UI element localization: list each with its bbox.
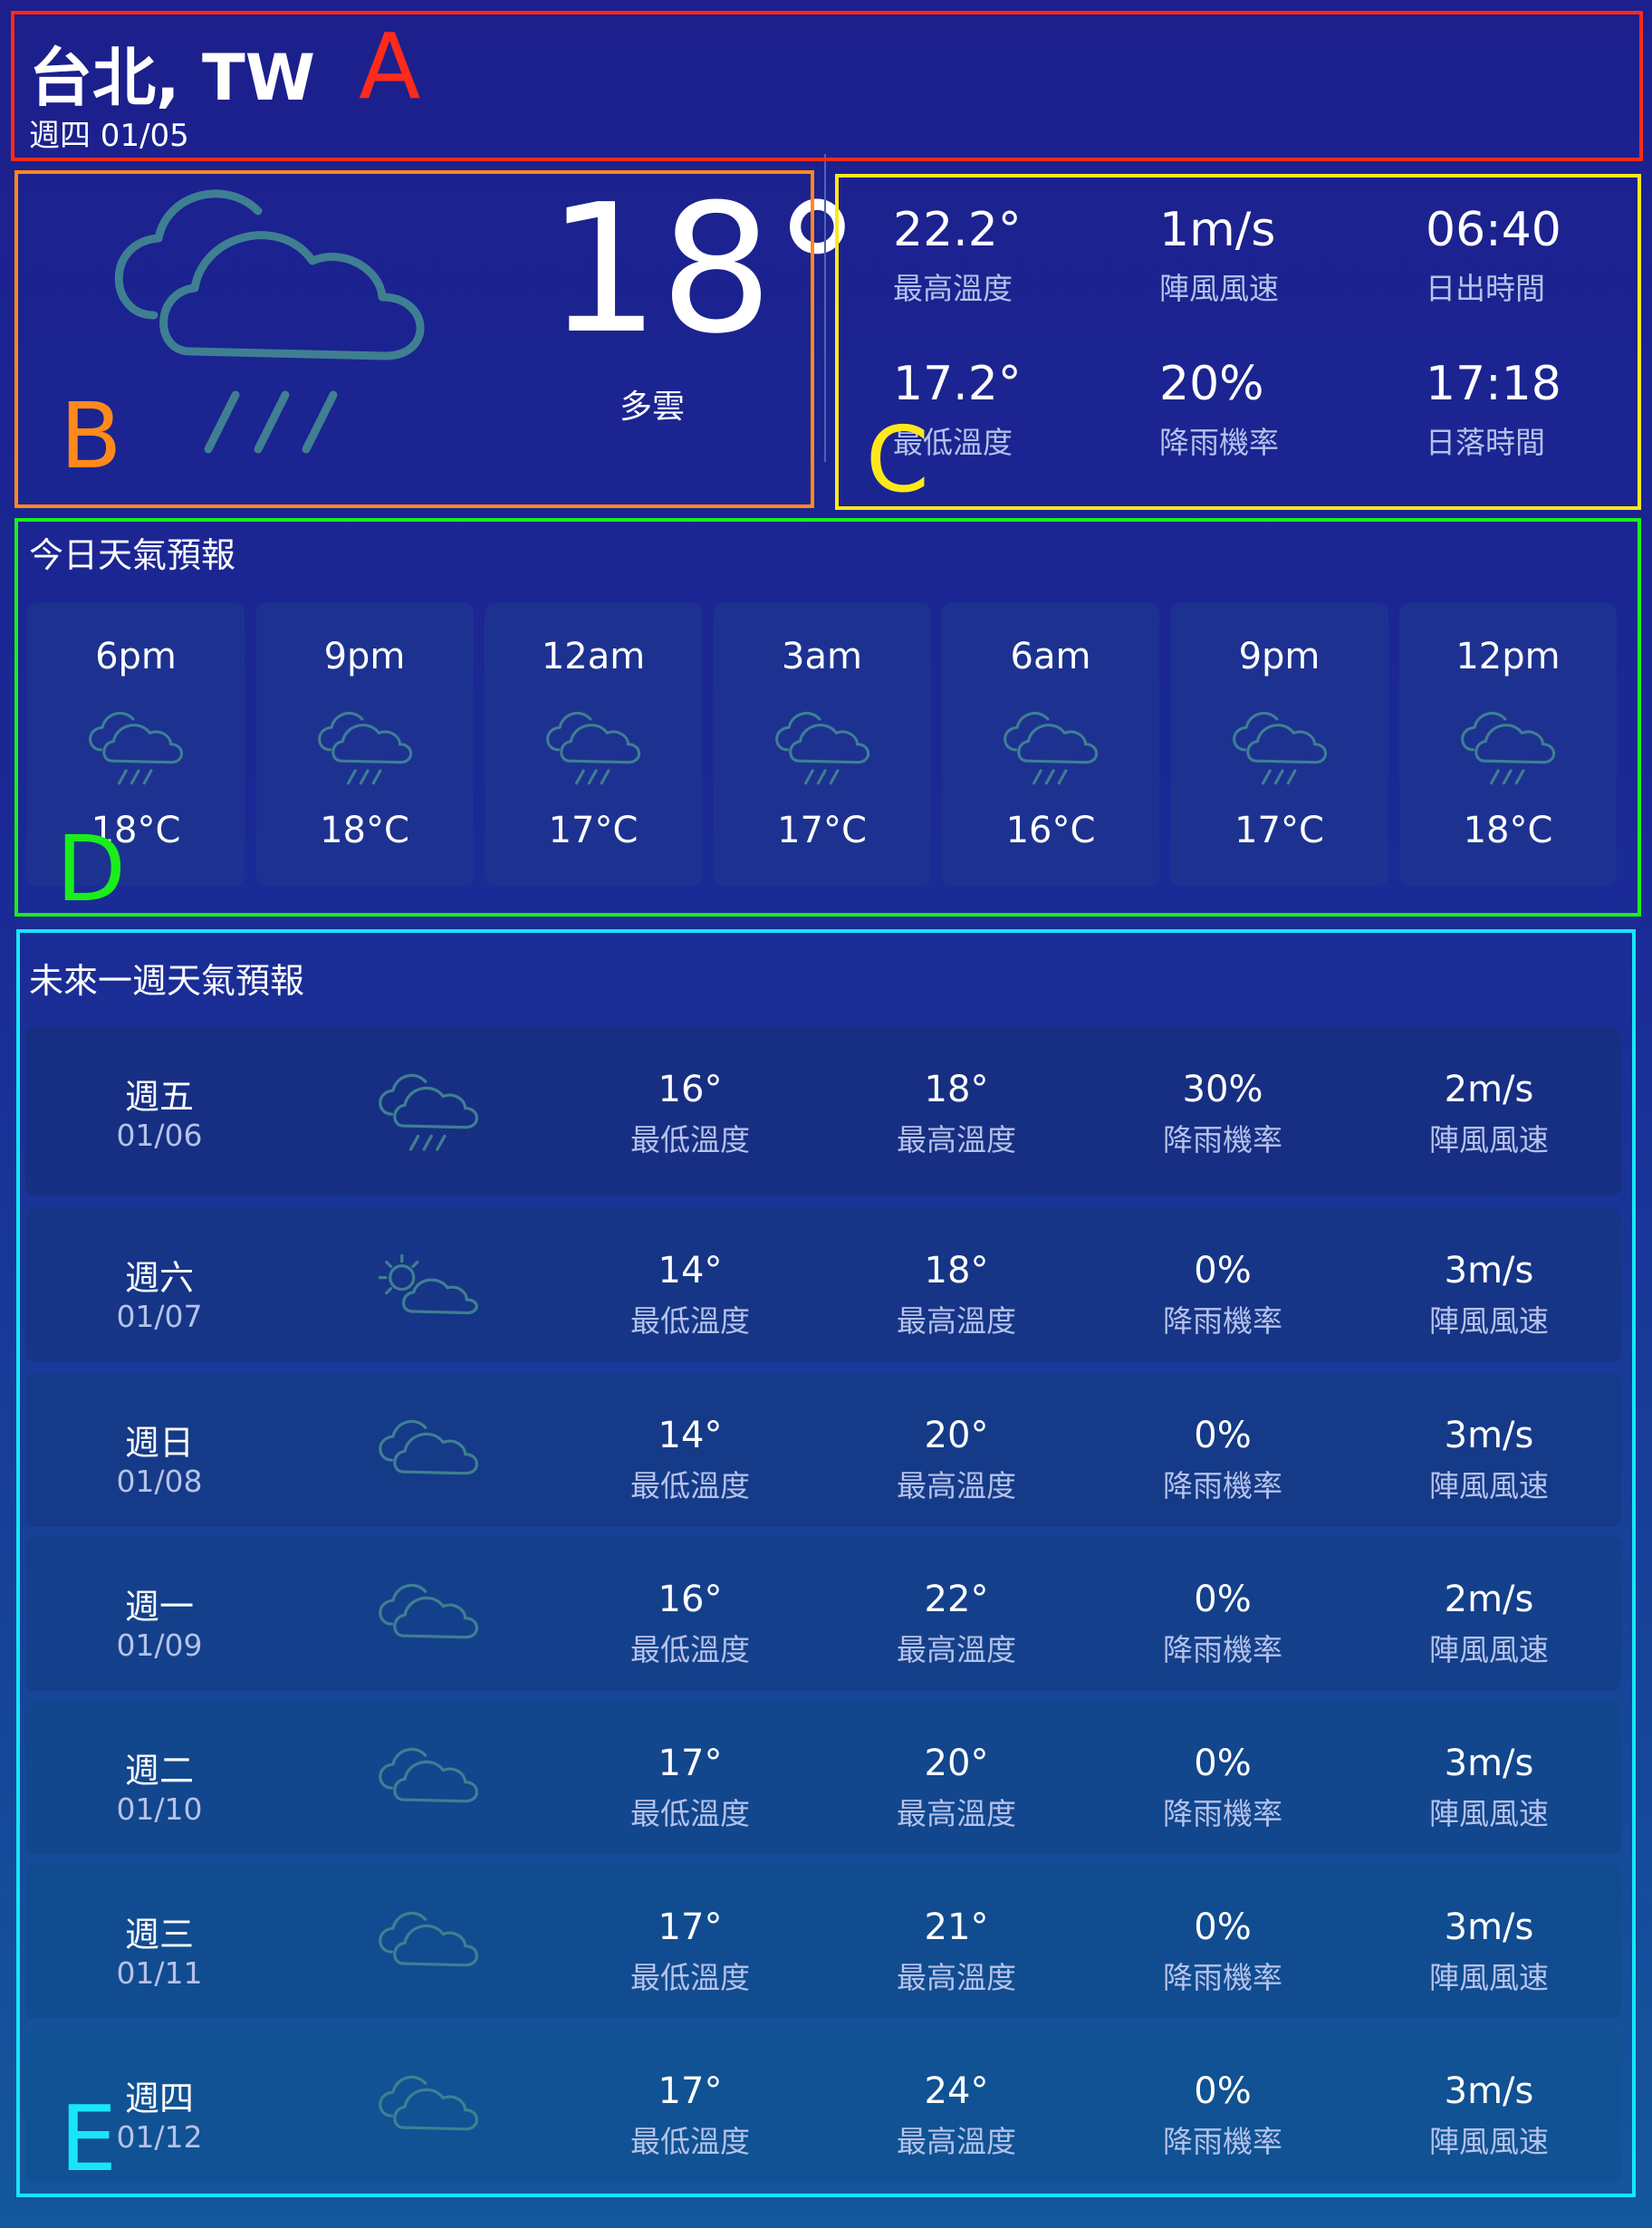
region-d-highlight	[14, 518, 1641, 917]
divider	[824, 154, 826, 462]
region-label-a: A	[359, 14, 421, 120]
region-c-highlight	[835, 174, 1641, 510]
region-label-c: C	[866, 407, 929, 513]
region-b-highlight	[14, 170, 814, 508]
region-a-highlight	[11, 11, 1643, 161]
region-label-b: B	[60, 383, 122, 489]
region-label-e: E	[60, 2086, 118, 2192]
region-e-highlight	[16, 929, 1636, 2197]
region-label-d: D	[56, 816, 127, 922]
